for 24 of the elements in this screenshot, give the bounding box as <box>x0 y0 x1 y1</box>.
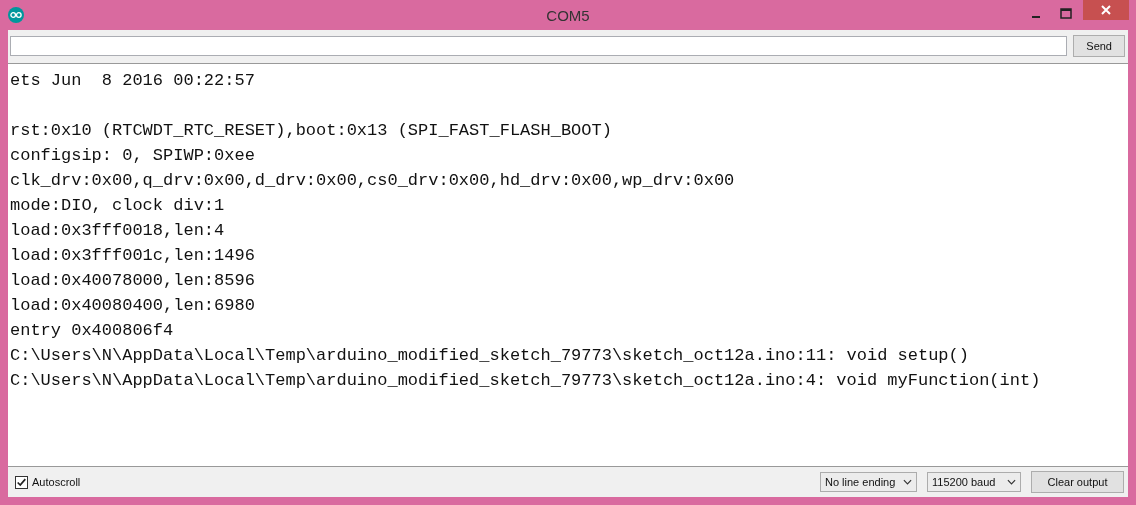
baud-rate-dropdown[interactable]: 115200 baud <box>927 472 1021 492</box>
app-logo-icon <box>8 7 24 23</box>
output-line: load:0x3fff0018,len:4 <box>10 220 226 242</box>
output-line: load:0x40080400,len:6980 <box>10 295 256 317</box>
close-icon[interactable] <box>1083 0 1129 20</box>
output-line: entry 0x400806f4 <box>10 320 175 342</box>
output-line: ets Jun 8 2016 00:22:57 <box>10 70 256 92</box>
output-line: configsip: 0, SPIWP:0xee <box>10 145 256 167</box>
output-line: C:\Users\N\AppData\Local\Temp\arduino_modified_sketch_79773\sketch_oct12a.ino:11: void setup() <box>10 345 970 367</box>
output-line: mode:DIO, clock div:1 <box>10 195 226 217</box>
send-button[interactable]: Send <box>1073 35 1125 57</box>
chevron-down-icon <box>1007 479 1016 485</box>
autoscroll-label: Autoscroll <box>32 476 81 488</box>
output-line: load:0x3fff001c,len:1496 <box>10 245 256 267</box>
clear-output-button[interactable]: Clear output <box>1031 471 1124 493</box>
autoscroll-checkbox[interactable] <box>15 475 28 489</box>
output-line: load:0x40078000,len:8596 <box>10 270 256 292</box>
output-line: rst:0x10 (RTCWDT_RTC_RESET),boot:0x13 (SPI_FAST_FLASH_BOOT) <box>10 120 613 142</box>
window-title: COM5 <box>546 6 590 24</box>
line-ending-dropdown[interactable]: No line ending <box>820 472 917 492</box>
output-line: clk_drv:0x00,q_drv:0x00,d_drv:0x00,cs0_drv:0x00,hd_drv:0x00,wp_drv:0x00 <box>10 170 736 192</box>
chevron-down-icon <box>903 479 912 485</box>
message-input[interactable] <box>10 36 1068 56</box>
output-line: C:\Users\N\AppData\Local\Temp\arduino_modified_sketch_79773\sketch_oct12a.ino:4: void myFunction(int) <box>10 370 1042 392</box>
